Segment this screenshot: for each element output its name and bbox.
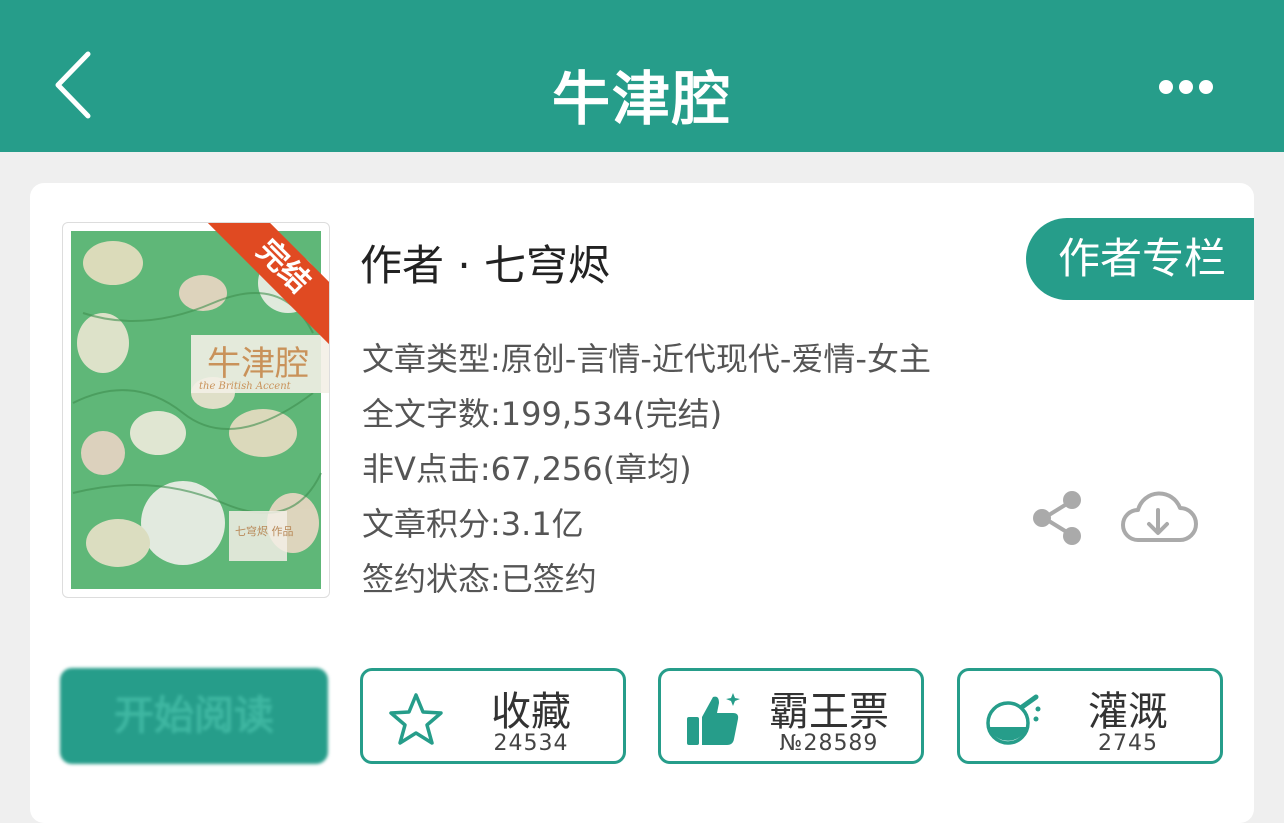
info-sign-status: 签约状态:已签约 — [362, 560, 597, 598]
cloud-download-icon[interactable] — [1118, 488, 1198, 548]
flask-icon — [986, 694, 1041, 745]
nutrient-count: 2745 — [1098, 731, 1158, 756]
ticket-count: №28589 — [779, 731, 879, 756]
share-icon[interactable] — [1030, 490, 1084, 546]
start-reading-button[interactable]: 开始阅读 — [60, 668, 328, 764]
info-clicks: 非V点击:67,256(章均) — [362, 450, 692, 488]
nutrient-button[interactable]: 灌溉 2745 — [957, 668, 1223, 764]
more-dots-icon[interactable] — [1156, 74, 1216, 100]
author-name[interactable]: 作者 · 七穹烬 — [360, 232, 610, 293]
author-column-button[interactable]: 作者专栏 — [1026, 218, 1254, 300]
info-word-count: 全文字数:199,534(完结) — [362, 395, 723, 433]
cover-author-text: 七穹烬 作品 — [235, 524, 294, 538]
favorite-label: 收藏 — [491, 689, 571, 735]
cover-title-text: 牛津腔 — [207, 344, 309, 384]
info-score: 文章积分:3.1亿 — [362, 505, 584, 543]
nutrient-label: 灌溉 — [1088, 689, 1168, 735]
info-type: 文章类型:原创-言情-近代现代-爱情-女主 — [362, 340, 931, 378]
ticket-button[interactable]: 霸王票 №28589 — [658, 668, 924, 764]
favorite-button[interactable]: 收藏 24534 — [360, 668, 626, 764]
book-cover[interactable]: 牛津腔 the British Accent 七穹烬 作品 完结 — [62, 222, 330, 598]
top-bar: 牛津腔 — [0, 0, 1284, 152]
cover-subtitle-text: the British Accent — [199, 381, 292, 392]
ticket-label: 霸王票 — [769, 689, 889, 735]
page-title: 牛津腔 — [551, 65, 732, 133]
star-icon — [389, 693, 443, 745]
favorite-count: 24534 — [493, 731, 569, 756]
thumbs-up-icon — [687, 693, 740, 745]
